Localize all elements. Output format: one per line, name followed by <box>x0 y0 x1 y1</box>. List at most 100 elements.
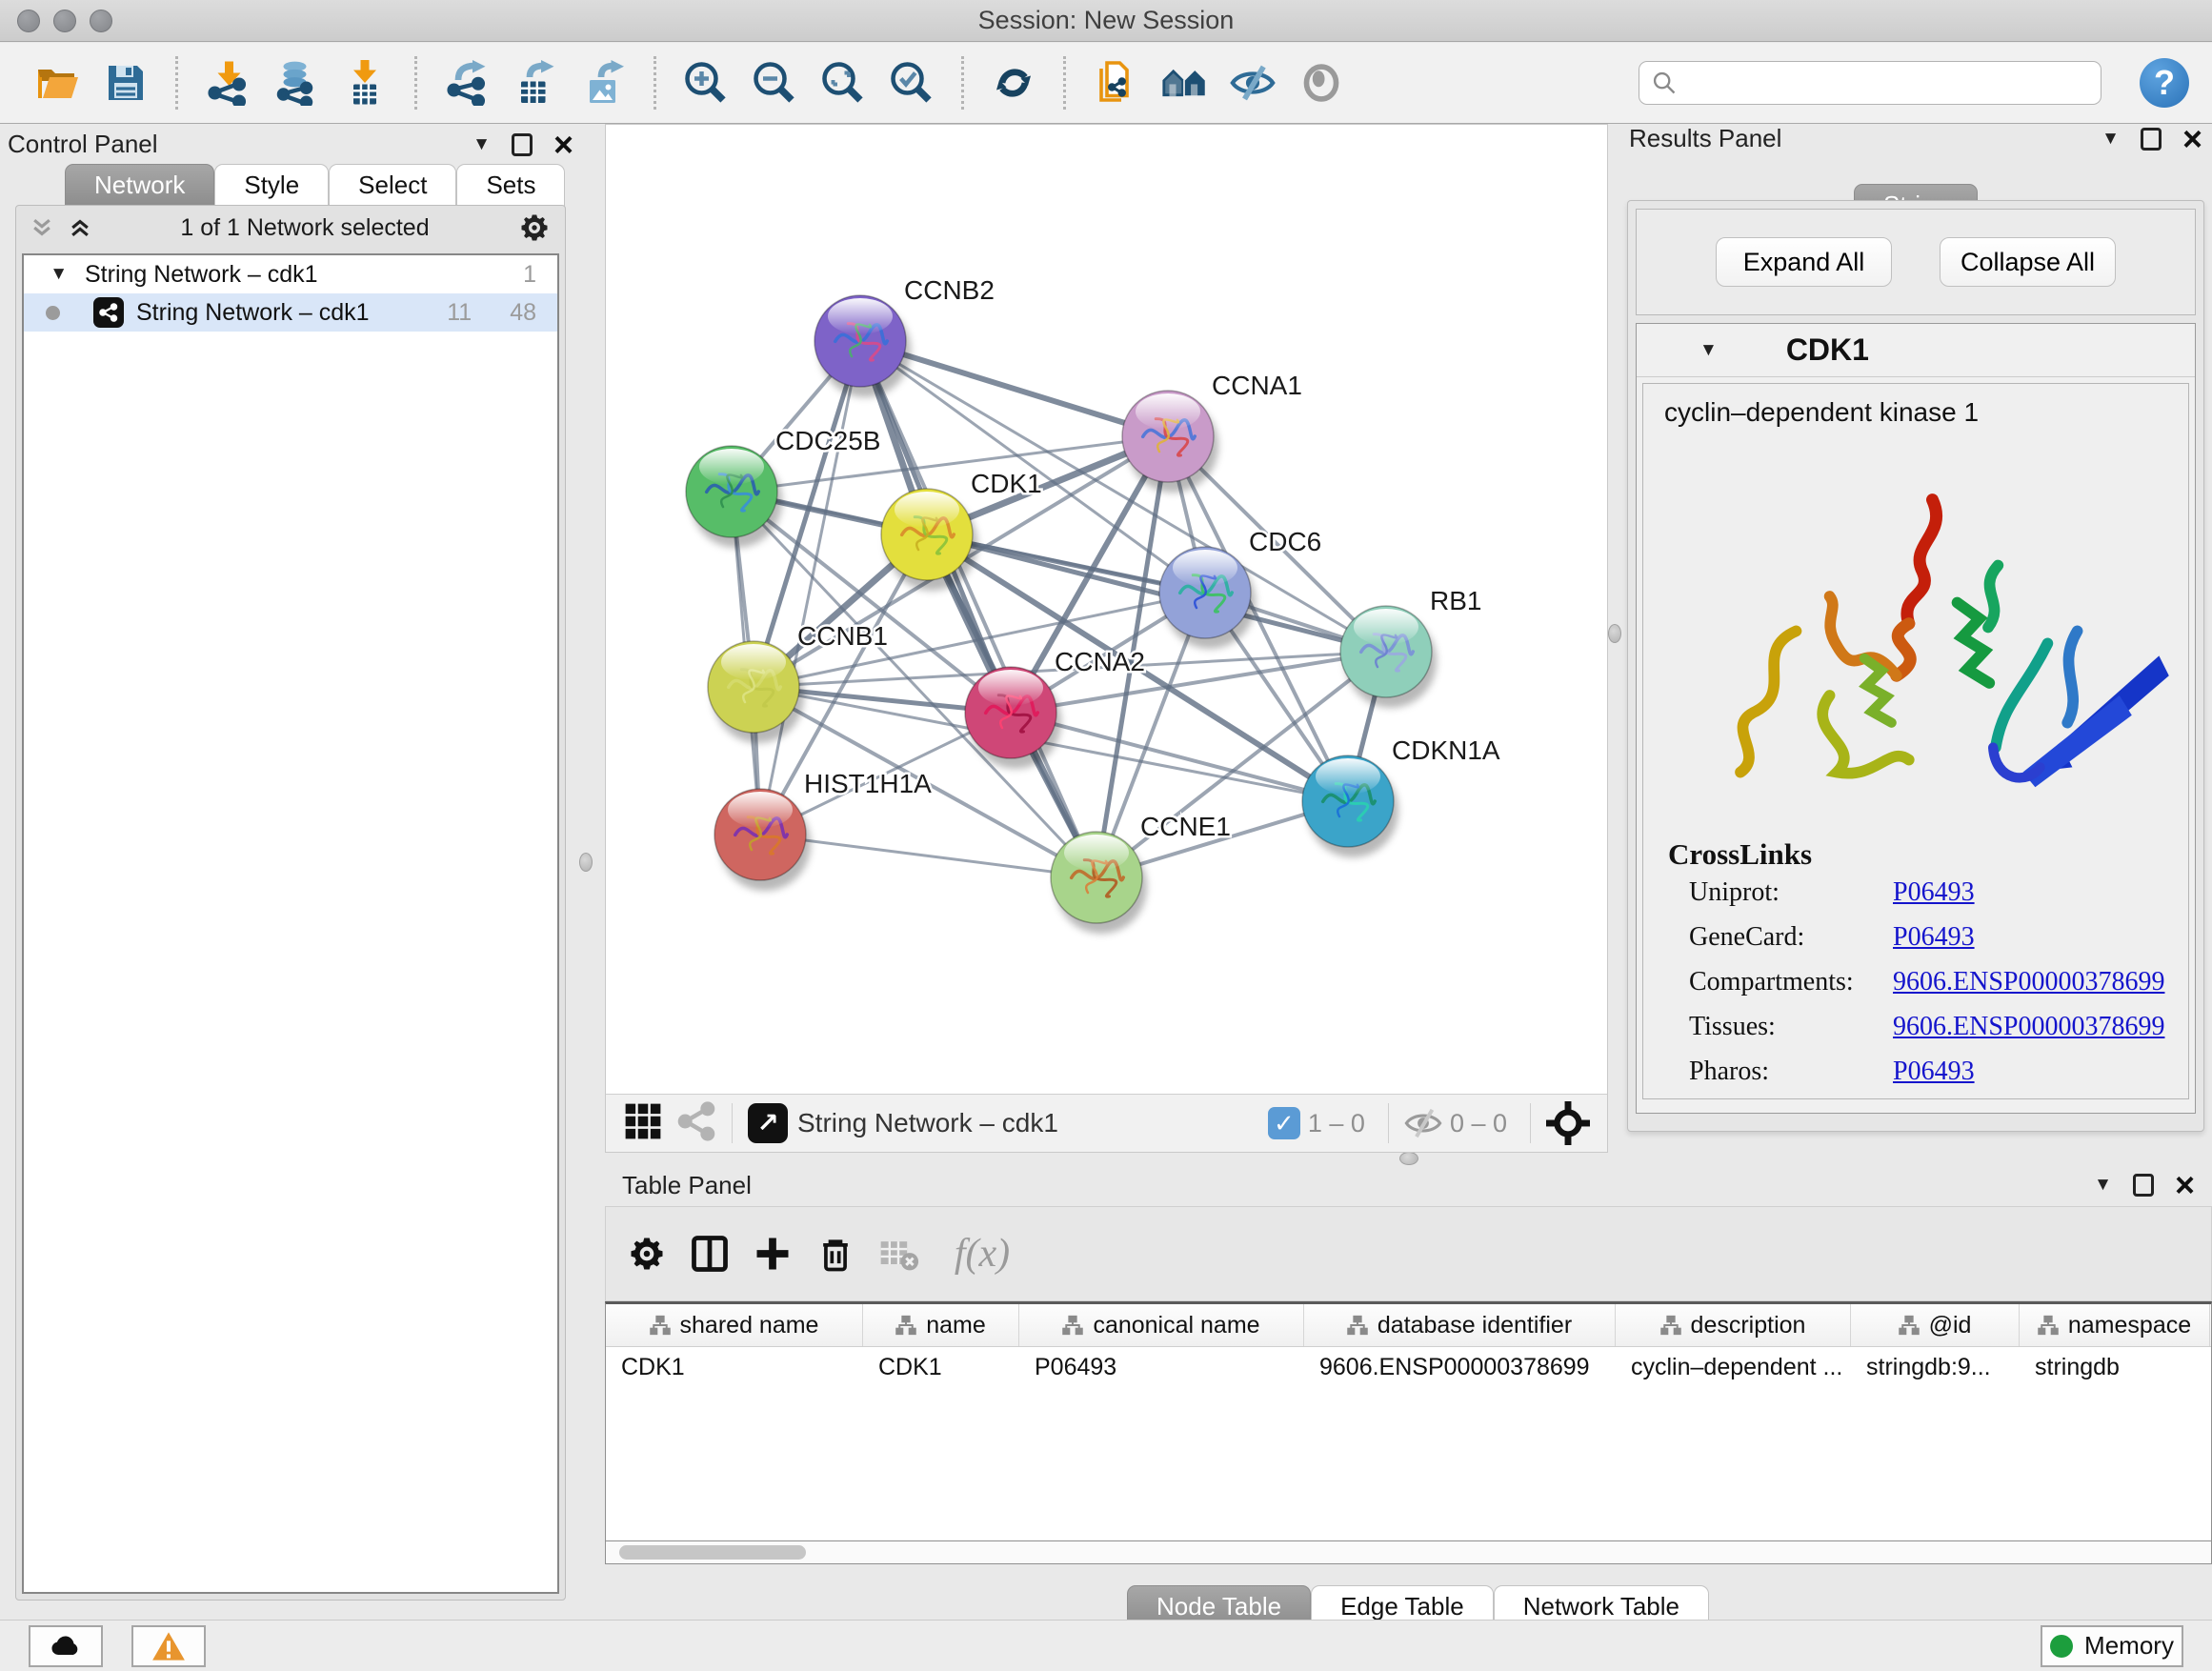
zoom-in-button[interactable] <box>676 53 735 112</box>
network-row[interactable]: String Network – cdk1 11 48 <box>24 293 557 332</box>
network-selection-status: 1 of 1 Network selected <box>92 214 517 242</box>
import-network-from-database-button[interactable] <box>267 53 326 112</box>
column-header-name[interactable]: name <box>863 1304 1019 1346</box>
network-node-cdc25b[interactable] <box>686 446 782 548</box>
tab-select[interactable]: Select <box>329 164 456 206</box>
tab-network[interactable]: Network <box>65 164 214 206</box>
crosslink-label: Compartments: <box>1664 967 1893 997</box>
table-cell-id[interactable]: stringdb:9... <box>1851 1347 2020 1387</box>
open-in-window-button[interactable]: ↗ <box>748 1103 788 1143</box>
save-session-button[interactable] <box>96 53 155 112</box>
close-panel-icon[interactable]: × <box>553 133 573 156</box>
tab-sets[interactable]: Sets <box>456 164 565 206</box>
tab-style[interactable]: Style <box>214 164 329 206</box>
clone-network-button[interactable] <box>1086 53 1145 112</box>
table-cell-canonical-name[interactable]: P06493 <box>1019 1347 1304 1387</box>
zoom-fit-button[interactable] <box>814 53 873 112</box>
gear-icon[interactable] <box>517 211 552 245</box>
panel-menu-icon[interactable]: ▼ <box>473 134 491 155</box>
warnings-button[interactable] <box>131 1625 206 1667</box>
gene-card-header[interactable]: ▼ CDK1 <box>1637 324 2195 377</box>
column-header-shared-name[interactable]: shared name <box>606 1304 863 1346</box>
crosslink-link-genecard[interactable]: P06493 <box>1893 922 1975 953</box>
zoom-window-button[interactable] <box>90 10 112 32</box>
window-controls[interactable] <box>17 10 112 32</box>
network-node-cdk1[interactable] <box>881 489 977 591</box>
collapse-all-icon[interactable] <box>30 215 54 240</box>
import-table-button[interactable] <box>335 53 394 112</box>
open-folder-icon <box>34 60 80 106</box>
network-view[interactable]: CCNB2CCNA1CDC25BCDK1CDC6RB1CCNB1CCNA2CDK… <box>605 124 1608 1153</box>
import-network-file-button[interactable] <box>198 53 257 112</box>
column-header-id[interactable]: @id <box>1851 1304 2020 1346</box>
float-panel-icon[interactable] <box>2141 128 2162 151</box>
splitter-handle[interactable] <box>579 853 593 872</box>
scrollbar-thumb[interactable] <box>619 1545 806 1560</box>
open-session-button[interactable] <box>28 53 87 112</box>
crosslink-link-tissues[interactable]: 9606.ENSP00000378699 <box>1893 1012 2164 1042</box>
add-column-button[interactable] <box>741 1222 804 1285</box>
table-cell-name[interactable]: CDK1 <box>863 1347 1019 1387</box>
help-button[interactable]: ? <box>2140 58 2189 108</box>
table-cell-namespace[interactable]: stringdb <box>2020 1347 2210 1387</box>
float-panel-icon[interactable] <box>512 133 533 156</box>
delete-column-button[interactable] <box>804 1222 867 1285</box>
show-columns-button[interactable] <box>678 1222 741 1285</box>
panel-menu-icon[interactable]: ▼ <box>2101 129 2120 150</box>
export-network-button[interactable] <box>437 53 496 112</box>
column-header-canonical-name[interactable]: canonical name <box>1019 1304 1304 1346</box>
close-window-button[interactable] <box>17 10 40 32</box>
column-header-database-identifier[interactable]: database identifier <box>1304 1304 1616 1346</box>
collapse-all-button[interactable]: Collapse All <box>1940 237 2116 287</box>
minimize-window-button[interactable] <box>53 10 76 32</box>
collapse-entry-icon[interactable]: ▼ <box>1699 340 1718 361</box>
network-node-hist1h1a[interactable] <box>714 789 811 891</box>
network-node-cdkn1a[interactable] <box>1302 755 1398 857</box>
table-cell-database-identifier[interactable]: 9606.ENSP00000378699 <box>1304 1347 1616 1387</box>
crosslink-link-compartments[interactable]: 9606.ENSP00000378699 <box>1893 967 2164 997</box>
horizontal-scrollbar[interactable] <box>605 1541 2212 1564</box>
table-row[interactable]: CDK1CDK1P064939606.ENSP00000378699cyclin… <box>606 1347 2211 1387</box>
panel-menu-icon[interactable]: ▼ <box>2094 1175 2112 1196</box>
close-panel-icon[interactable]: × <box>2175 1174 2195 1197</box>
import-table-icon <box>342 60 388 106</box>
memory-button[interactable]: Memory <box>2041 1625 2183 1667</box>
crosslink-link-uniprot[interactable]: P06493 <box>1893 877 1975 908</box>
show-all-networks-button[interactable] <box>1155 53 1214 112</box>
table-settings-button[interactable] <box>615 1222 678 1285</box>
network-type-icon <box>93 297 124 328</box>
network-node-ccnb2[interactable] <box>814 295 911 397</box>
splitter-handle[interactable] <box>1399 1152 1418 1165</box>
export-image-button[interactable] <box>574 53 633 112</box>
apply-layout-button[interactable] <box>984 53 1043 112</box>
export-image-icon <box>581 60 627 106</box>
network-canvas[interactable]: CCNB2CCNA1CDC25BCDK1CDC6RB1CCNB1CCNA2CDK… <box>606 125 1607 1094</box>
column-header-namespace[interactable]: namespace <box>2020 1304 2210 1346</box>
zoom-out-button[interactable] <box>745 53 804 112</box>
expand-all-button[interactable]: Expand All <box>1716 237 1892 287</box>
tree-expand-icon[interactable]: ▼ <box>24 264 68 285</box>
network-share-icon[interactable] <box>676 1101 716 1146</box>
column-header-description[interactable]: description <box>1616 1304 1851 1346</box>
birds-eye-crosshair-icon[interactable] <box>1546 1101 1590 1145</box>
zoom-selected-button[interactable] <box>882 53 941 112</box>
network-node-cdc6[interactable] <box>1159 547 1256 649</box>
search-input[interactable] <box>1678 70 2078 97</box>
network-node-ccna1[interactable] <box>1122 391 1218 493</box>
grid-view-icon[interactable] <box>623 1101 663 1146</box>
close-panel-icon[interactable]: × <box>2182 128 2202 151</box>
crosslink-link-pharos[interactable]: P06493 <box>1893 1057 1975 1087</box>
network-collection-row[interactable]: ▼ String Network – cdk1 1 <box>24 255 557 293</box>
show-hidden-button[interactable] <box>1292 53 1351 112</box>
table-cell-shared-name[interactable]: CDK1 <box>606 1347 863 1387</box>
expand-all-icon[interactable] <box>68 215 92 240</box>
hidden-count: 0 – 0 <box>1450 1109 1507 1138</box>
hide-selected-button[interactable] <box>1223 53 1282 112</box>
network-node-rb1[interactable] <box>1340 606 1437 708</box>
table-cell-description[interactable]: cyclin–dependent ... <box>1616 1347 1851 1387</box>
cloud-status-button[interactable] <box>29 1625 103 1667</box>
selected-nodes-checkbox[interactable]: ✓ <box>1268 1107 1300 1139</box>
float-panel-icon[interactable] <box>2133 1174 2154 1197</box>
search-box[interactable] <box>1639 61 2101 105</box>
export-table-button[interactable] <box>506 53 565 112</box>
